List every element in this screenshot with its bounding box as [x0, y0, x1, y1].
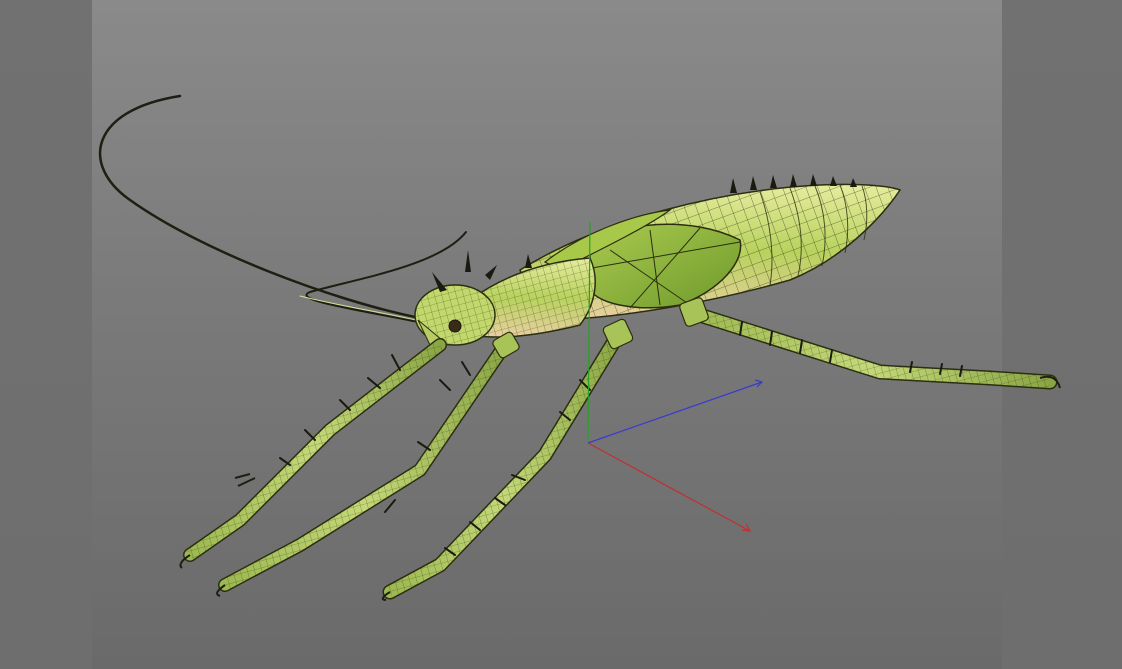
leg-spines	[279, 321, 963, 556]
leg-front-right	[216, 331, 520, 597]
3d-viewport[interactable]	[0, 0, 1122, 669]
antenna-left	[98, 94, 422, 320]
scene-render	[98, 94, 1061, 601]
leg-rear-right	[682, 304, 1061, 390]
gizmo-z-axis[interactable]	[587, 381, 763, 444]
eye	[448, 319, 462, 333]
head	[414, 284, 496, 346]
gizmo-x-axis[interactable]	[587, 442, 751, 532]
